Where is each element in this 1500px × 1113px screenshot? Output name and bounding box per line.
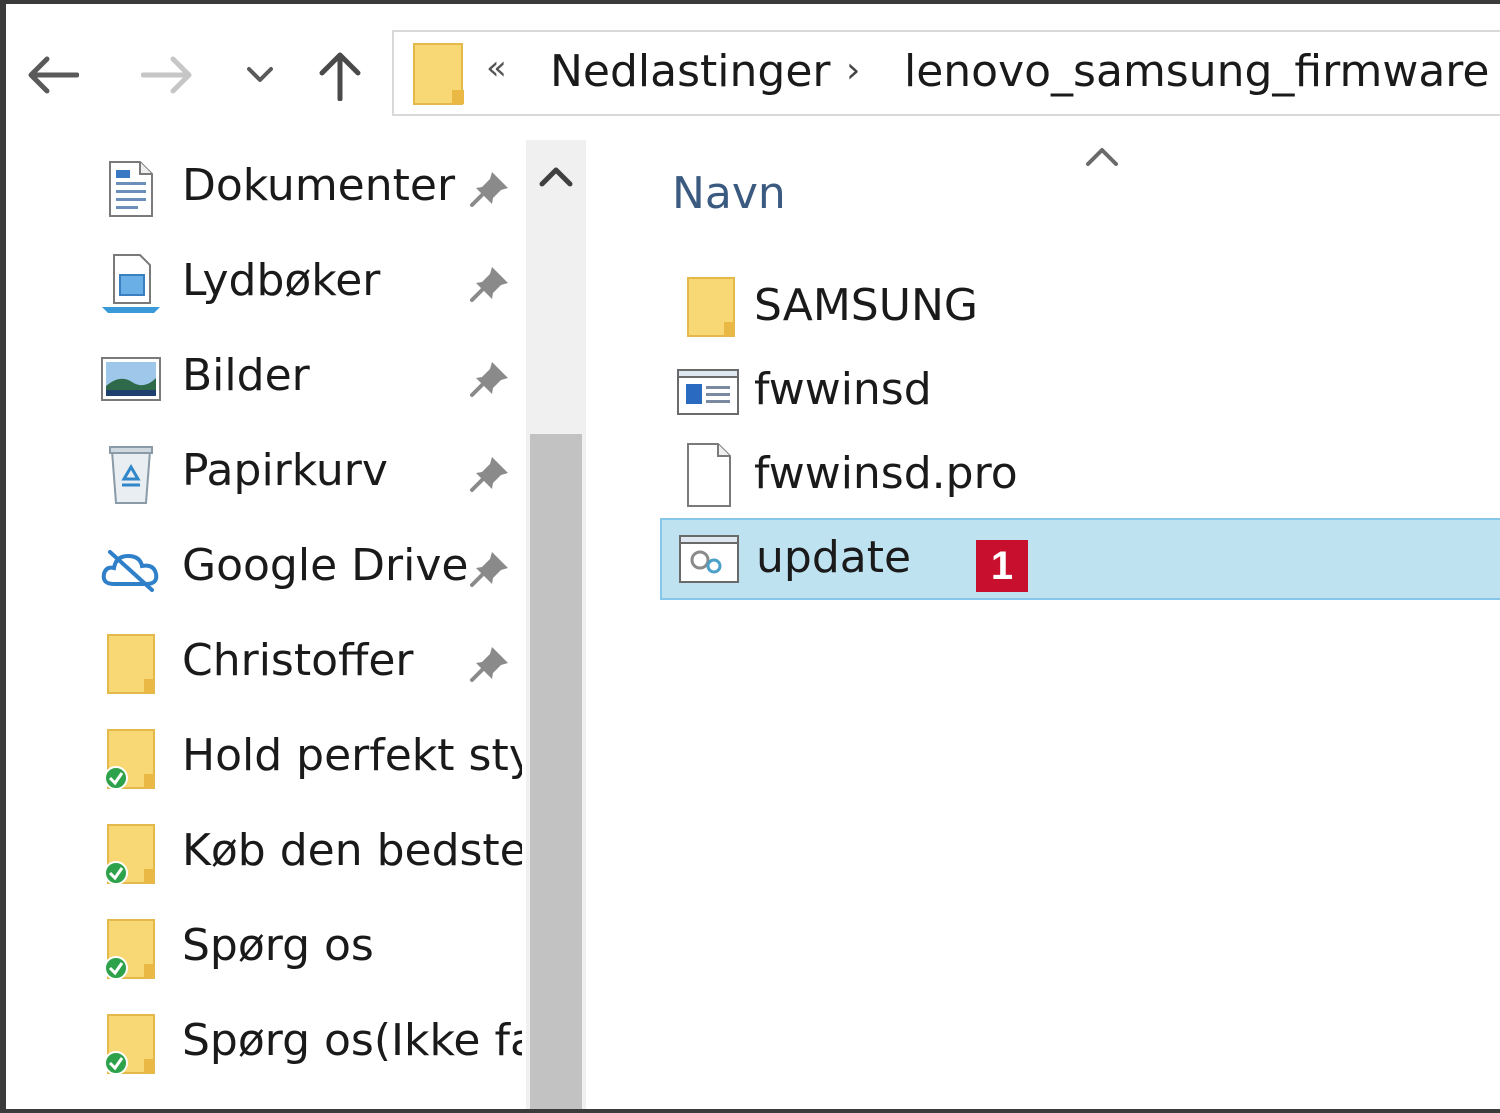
column-header-name[interactable]: Navn: [672, 168, 786, 219]
sidebar-item-label: Hold perfekt styr: [182, 730, 522, 781]
breadcrumb-separator[interactable]: ›: [846, 50, 860, 91]
sidebar-item-label: Spørg os: [182, 920, 374, 971]
file-row-samsung[interactable]: SAMSUNG: [660, 268, 1500, 350]
synced-folder-icon: [104, 919, 155, 980]
google-drive-icon: [101, 550, 159, 592]
address-bar[interactable]: « Nedlastinger › lenovo_samsung_firmware: [392, 30, 1500, 116]
scrollbar-thumb[interactable]: [530, 434, 582, 1109]
documents-icon: [109, 161, 153, 217]
audiobooks-icon: [102, 254, 160, 313]
application-icon: [677, 369, 739, 415]
breadcrumb-current-folder[interactable]: lenovo_samsung_firmware: [904, 46, 1489, 97]
file-list: Navn SAMSUNG fwwinsd fwwinsd.pro update …: [590, 130, 1500, 1109]
sort-ascending-icon: [1086, 148, 1118, 166]
sidebar-item-dokumenter[interactable]: Dokumenter: [6, 140, 526, 234]
folder-icon: [107, 634, 155, 694]
pin-icon: [470, 457, 508, 492]
file-name: fwwinsd.pro: [754, 448, 1018, 499]
chevron-down-icon: [247, 67, 273, 82]
breadcrumb-nedlastinger[interactable]: Nedlastinger: [550, 46, 830, 97]
arrow-left-icon: [28, 56, 79, 94]
pin-icon: [470, 267, 508, 302]
synced-folder-icon: [104, 824, 155, 885]
arrow-right-icon: [141, 56, 192, 94]
file-row-fwwinsd[interactable]: fwwinsd: [660, 352, 1500, 434]
navigation-pane: Dokumenter Lydbøker Bilder Papirkurv Goo…: [6, 140, 526, 1109]
scroll-up-icon[interactable]: [534, 154, 578, 198]
pin-icon: [470, 552, 508, 587]
breadcrumb-overflow-button[interactable]: «: [486, 48, 507, 88]
sidebar-item-google-drive[interactable]: Google Drive: [6, 520, 526, 614]
synced-folder-icon: [104, 1014, 155, 1075]
navigation-bar: « Nedlastinger › lenovo_samsung_firmware: [0, 0, 1500, 130]
file-icon: [687, 443, 731, 507]
file-name: SAMSUNG: [754, 280, 978, 331]
sidebar-item-sporg-os[interactable]: Spørg os: [6, 900, 526, 994]
synced-folder-icon: [104, 729, 155, 790]
sidebar-item-hold-perfekt-styr[interactable]: Hold perfekt styr: [6, 710, 526, 804]
pin-icon: [470, 647, 508, 682]
file-name: update: [756, 532, 912, 583]
batch-file-icon: [679, 535, 739, 583]
back-button[interactable]: [20, 40, 84, 110]
pin-icon: [470, 362, 508, 397]
pin-icon: [470, 172, 508, 207]
file-row-fwwinsd-pro[interactable]: fwwinsd.pro: [660, 436, 1500, 518]
sidebar-item-label: Spørg os(Ikke fæ: [182, 1015, 522, 1066]
recycle-bin-icon: [109, 446, 153, 504]
sidebar-item-papirkurv[interactable]: Papirkurv: [6, 425, 526, 519]
sidebar-item-bilder[interactable]: Bilder: [6, 330, 526, 424]
recent-locations-button[interactable]: [238, 40, 282, 110]
sidebar-item-label: Køb den bedste: [182, 825, 522, 876]
sidebar-scrollbar[interactable]: [526, 140, 586, 1109]
arrow-up-icon: [319, 52, 361, 101]
folder-icon: [412, 42, 466, 110]
sidebar-item-kob-den-bedste[interactable]: Køb den bedste: [6, 805, 526, 899]
forward-button[interactable]: [136, 40, 200, 110]
pictures-icon: [101, 357, 161, 401]
file-name: fwwinsd: [754, 364, 932, 415]
step-badge: 1: [976, 540, 1028, 592]
folder-icon: [687, 277, 735, 337]
file-row-update[interactable]: update 1: [660, 518, 1500, 600]
up-button[interactable]: [312, 40, 368, 110]
sidebar-item-sporg-os-ikke[interactable]: Spørg os(Ikke fæ: [6, 995, 526, 1089]
sidebar-item-lydboker[interactable]: Lydbøker: [6, 235, 526, 329]
sidebar-item-christoffer[interactable]: Christoffer: [6, 615, 526, 709]
